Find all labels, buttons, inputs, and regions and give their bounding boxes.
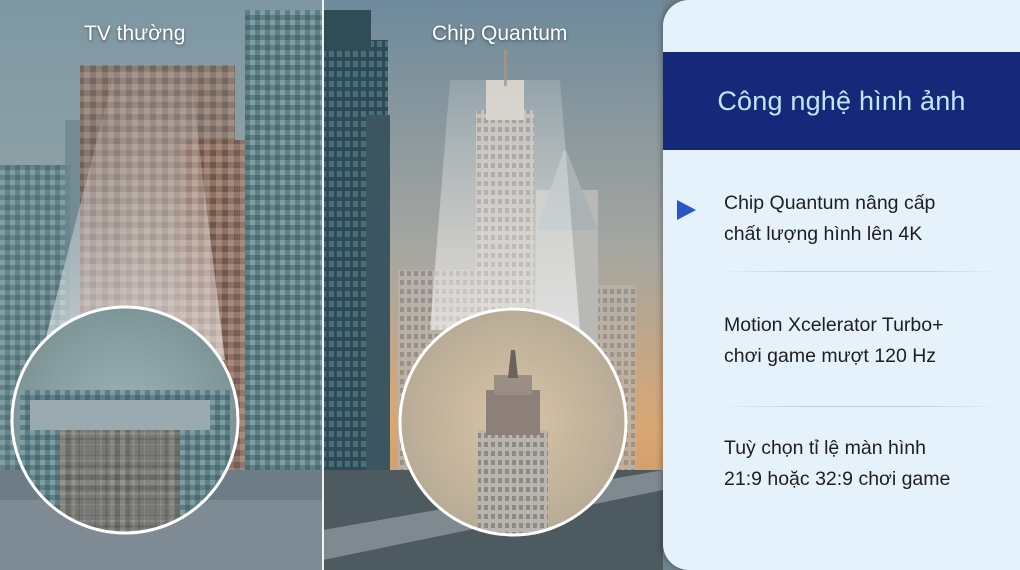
feature-line: chơi game mượt 120 Hz bbox=[724, 345, 937, 367]
panel-header: Công nghệ hình ảnh bbox=[663, 52, 1020, 150]
feature-item-quantum[interactable]: Chip Quantum nâng cấp chất lượng hình lê… bbox=[724, 188, 994, 250]
divider bbox=[715, 406, 1005, 407]
feature-item-motion[interactable]: Motion Xcelerator Turbo+ chơi game mượt … bbox=[724, 310, 994, 372]
divider bbox=[715, 271, 1005, 272]
feature-item-aspect-ratio[interactable]: Tuỳ chọn tỉ lệ màn hình 21:9 hoặc 32:9 c… bbox=[724, 433, 994, 495]
feature-line: Motion Xcelerator Turbo+ bbox=[724, 314, 944, 336]
chip-quantum-label: Chip Quantum bbox=[432, 22, 568, 45]
feature-panel: Công nghệ hình ảnh Chip Quantum nâng cấp… bbox=[663, 0, 1020, 570]
panel-title: Công nghệ hình ảnh bbox=[717, 85, 966, 116]
feature-line: 21:9 hoặc 32:9 chơi game bbox=[724, 468, 951, 490]
feature-line: Chip Quantum nâng cấp bbox=[724, 192, 936, 214]
active-arrow-icon bbox=[677, 200, 696, 220]
tv-thuong-label: TV thường bbox=[84, 22, 186, 45]
feature-line: Tuỳ chọn tỉ lệ màn hình bbox=[724, 437, 926, 459]
feature-line: chất lượng hình lên 4K bbox=[724, 223, 923, 245]
